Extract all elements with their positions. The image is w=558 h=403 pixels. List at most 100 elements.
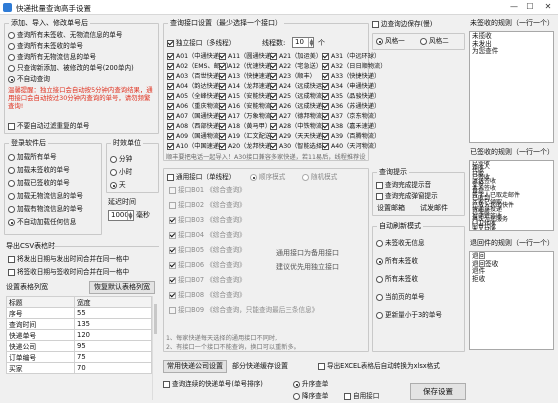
common-express-button[interactable]: 常用快递公司设置 <box>163 360 227 373</box>
opt-query-noinfo[interactable]: 查询所有无物流信息的单号 <box>8 53 96 62</box>
mail-settings-link[interactable]: 设置邮箱 <box>377 204 405 213</box>
opt-continuous-numbers[interactable]: 查询连续的快递单号(单号排序) <box>163 380 263 389</box>
interface-option[interactable]: A12（优速快递） <box>219 62 277 71</box>
opt-sort-asc[interactable]: 升序查单 <box>293 380 328 389</box>
generic-interface-option[interactable]: 接口B05 《综合查询》 <box>169 246 246 255</box>
opt-independent-interface[interactable]: 独立接口（多线程） <box>167 39 235 48</box>
interface-option[interactable]: A26（远成快递） <box>270 102 328 111</box>
delay-spinner[interactable]: ▲ ▼ <box>127 211 133 221</box>
generic-interface-option[interactable]: 接口B04 《综合查询》 <box>169 231 246 240</box>
opt-style-1[interactable]: 风格一 <box>376 37 405 46</box>
maximize-button[interactable]: ☐ <box>522 1 538 13</box>
cell-width[interactable]: 135 <box>74 318 152 330</box>
opt-save-while-query[interactable]: 边查询边保存(慢) <box>372 20 432 29</box>
interface-option[interactable]: A35（品骏快递） <box>322 92 380 101</box>
interface-option[interactable]: A19（汇文配送） <box>219 132 277 141</box>
opt-load-nothing[interactable]: 不自动加载任何信息 <box>8 218 76 227</box>
opt-refresh-update-lt3[interactable]: 更新量小于3的单号 <box>376 311 442 320</box>
interface-option[interactable]: A31（中远环球） <box>322 52 380 61</box>
interface-option[interactable]: A17（万象物流） <box>219 112 277 121</box>
opt-refresh-current-page[interactable]: 当前页的单号 <box>376 293 425 302</box>
interface-option[interactable]: A39（百腾物流） <box>322 132 380 141</box>
opt-unit-minute[interactable]: 分钟 <box>110 155 132 164</box>
interface-option[interactable]: A25（远成物流） <box>270 92 328 101</box>
interface-option[interactable]: A38（嘉禾速递） <box>322 122 380 131</box>
opt-style-2[interactable]: 风格二 <box>420 37 449 46</box>
interface-option[interactable]: A33（快捷快递） <box>322 72 380 81</box>
scrollbar-thumb[interactable] <box>154 304 157 334</box>
opt-load-all[interactable]: 加载所有单号 <box>8 153 57 162</box>
unsigned-rules-textarea[interactable]: 未揽收 未发出 为您查件 <box>469 31 554 143</box>
table-row[interactable]: 订单编号 75 <box>6 351 152 363</box>
threads-spinner[interactable]: ▲ ▼ <box>308 38 314 48</box>
reset-column-width-button[interactable]: 恢复默认表格列宽 <box>89 281 155 294</box>
opt-sort-desc[interactable]: 降序查单 <box>293 392 328 401</box>
generic-interface-option[interactable]: 接口B01 《综合查询》 <box>169 186 246 195</box>
interface-option[interactable]: A27（德邦物流） <box>270 112 328 121</box>
minimize-button[interactable]: — <box>506 1 522 13</box>
table-row[interactable]: 买家 70 <box>6 362 152 374</box>
cell-width[interactable]: 55 <box>74 307 152 319</box>
interface-option[interactable]: A05（全峰快递） <box>167 92 225 101</box>
interface-option[interactable]: A24（远成快运） <box>270 82 328 91</box>
table-scrollbar[interactable] <box>152 296 158 400</box>
partial-cache-button[interactable]: 部分快递缓存设置 <box>232 362 288 371</box>
opt-query-unsigned[interactable]: 查询所有未签收的单号 <box>8 42 83 51</box>
opt-load-noinfo[interactable]: 加载无物流信息的单号 <box>8 192 83 201</box>
interface-option[interactable]: A16（安能物流） <box>219 102 277 111</box>
interface-option[interactable]: A29（天天快递） <box>270 132 328 141</box>
interface-option[interactable]: A15（安能快递） <box>219 92 277 101</box>
opt-unit-hour[interactable]: 小时 <box>110 168 132 177</box>
interface-option[interactable]: A23（顺丰） <box>270 72 316 81</box>
interface-option[interactable]: A28（中铁物流） <box>270 122 328 131</box>
opt-random-mode[interactable]: 随机模式 <box>302 173 337 182</box>
opt-refresh-all-unsigned-2[interactable]: 所有未签收 <box>376 275 418 284</box>
interface-option[interactable]: A21（加运美） <box>270 52 322 61</box>
opt-query-new-modified[interactable]: 只查询新添加、被修改的单号(200单内) <box>8 64 134 73</box>
interface-option[interactable]: A40（天河物流） <box>322 142 380 151</box>
generic-interface-option[interactable]: 接口B02 《综合查询》 <box>169 201 246 210</box>
opt-sequential-mode[interactable]: 顺序模式 <box>250 173 285 182</box>
interface-option[interactable]: A04（韵达快递） <box>167 82 225 91</box>
generic-interface-option[interactable]: 接口B08 《综合查询》 <box>169 291 246 300</box>
table-row[interactable]: 快递公司 95 <box>6 340 152 352</box>
interface-option[interactable]: A37（京东物流） <box>322 112 380 121</box>
interface-option[interactable]: A20（龙邦快递） <box>219 142 277 151</box>
cell-width[interactable]: 75 <box>74 351 152 363</box>
interface-option[interactable]: A32（日日顺物流） <box>322 62 386 71</box>
generic-interface-option[interactable]: 接口B07 《综合查询》 <box>169 276 246 285</box>
generic-interface-option[interactable]: 接口B09 《综合查询，只能查询最后三条信息》 <box>169 306 318 315</box>
interface-option[interactable]: A22（宅急送） <box>270 62 322 71</box>
opt-no-filter-duplicates[interactable]: 不要自动过滤重复的单号 <box>8 122 90 131</box>
opt-excel-xlsx[interactable]: 导出EXCEL表格后自动转换为xlsx格式 <box>318 362 440 371</box>
cell-width[interactable]: 120 <box>74 329 152 341</box>
generic-interface-option[interactable]: 接口B03 《综合查询》 <box>169 216 246 225</box>
interface-option[interactable]: A06（重庆物流） <box>167 102 225 111</box>
opt-query-unsigned-noinfo[interactable]: 查询所有未签收、无物流信息的单号 <box>8 31 123 40</box>
interface-option[interactable]: A10（中国速递） <box>167 142 225 151</box>
cell-width[interactable]: 95 <box>74 340 152 352</box>
table-row[interactable]: 查询时间 135 <box>6 318 152 330</box>
opt-generic-interface[interactable]: 通用接口（单线程） <box>167 173 235 182</box>
table-row[interactable]: 序号 55 <box>6 307 152 319</box>
close-button[interactable]: ✕ <box>540 1 556 13</box>
opt-load-info[interactable]: 加载有物流信息的单号 <box>8 205 83 214</box>
interface-option[interactable]: A09（国通物流） <box>167 132 225 141</box>
interface-option[interactable]: A30（智能选择） <box>270 142 328 151</box>
interface-option[interactable]: A18（黄马甲） <box>219 122 271 131</box>
opt-load-unsigned[interactable]: 加载未签收的单号 <box>8 166 70 175</box>
generic-interface-option[interactable]: 接口B06 《综合查询》 <box>169 261 246 270</box>
save-settings-button[interactable]: 保存设置 <box>410 383 466 400</box>
opt-load-signed[interactable]: 加载已签收的单号 <box>8 179 70 188</box>
interface-option[interactable]: A13（快捷速递） <box>219 72 277 81</box>
opt-refresh-unsigned-noinfo[interactable]: 未签收无信息 <box>376 239 425 248</box>
interface-option[interactable]: A08（西部快递） <box>167 122 225 131</box>
interface-option[interactable]: A03（百世快递） <box>167 72 225 81</box>
signed-rules-textarea[interactable]: 已签收 签收人 代收 已取 已签收 派送签收 妥投 本人签收 自提 签字人已取走邮件 已收到 买家已领… <box>469 160 554 231</box>
opt-no-auto-query[interactable]: 不自动查询 <box>8 75 50 84</box>
opt-unit-day[interactable]: 天 <box>110 181 126 190</box>
interface-option[interactable]: A11（圆通快递） <box>219 52 277 61</box>
opt-auto-use[interactable]: 自用接口 <box>344 392 379 401</box>
interface-option[interactable]: A07（国通快递） <box>167 112 225 121</box>
interface-option[interactable]: A14（龙邦速递） <box>219 82 277 91</box>
